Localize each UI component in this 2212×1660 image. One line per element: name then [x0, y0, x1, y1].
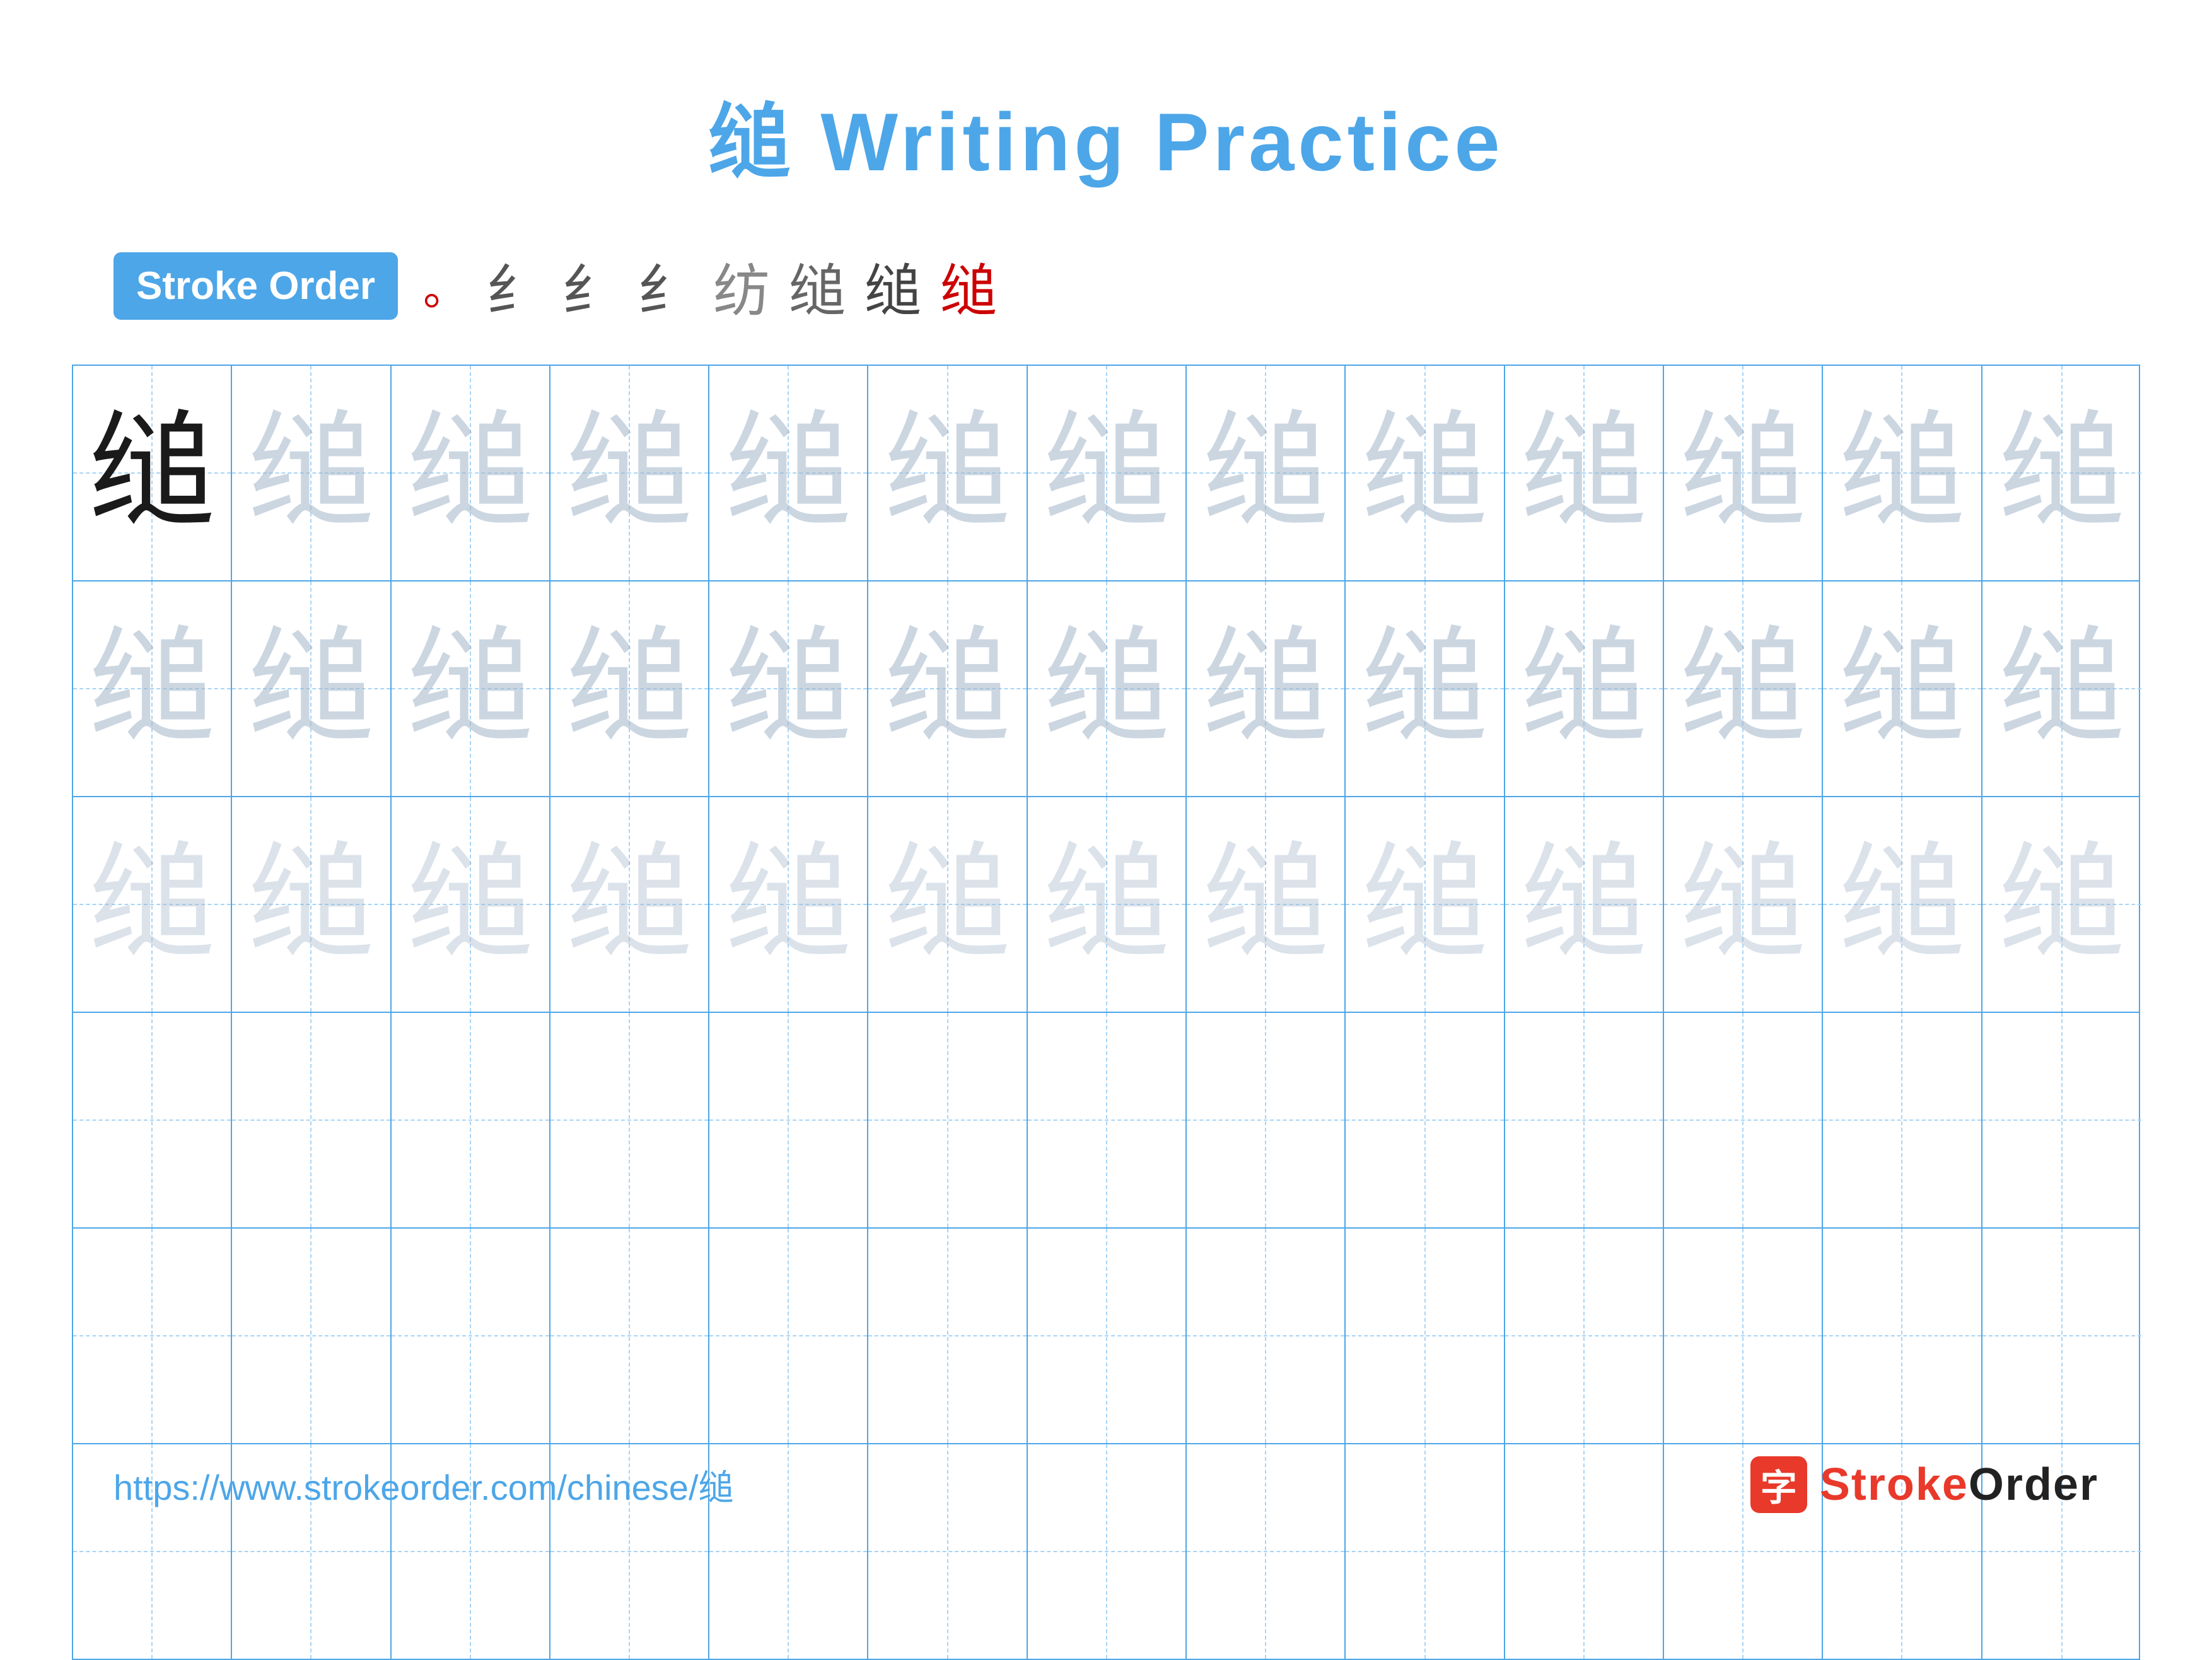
grid-cell-5-9[interactable]: [1346, 1229, 1505, 1443]
grid-cell-2-8: 缒: [1187, 582, 1346, 796]
grid-cell-2-1: 缒: [73, 582, 232, 796]
grid-cell-1-13: 缒: [1982, 366, 2141, 580]
grid-row-3: 缒 缒 缒 缒 缒 缒 缒 缒 缒 缒 缒 缒 缒: [73, 797, 2139, 1013]
footer-url: https://www.strokeorder.com/chinese/缒: [114, 1459, 734, 1511]
grid-cell-4-4[interactable]: [550, 1013, 709, 1227]
grid-cell-5-5[interactable]: [709, 1229, 868, 1443]
grid-cell-1-3: 缒: [392, 366, 550, 580]
grid-cell-4-12[interactable]: [1823, 1013, 1982, 1227]
grid-cell-4-11[interactable]: [1664, 1013, 1823, 1227]
grid-cell-2-7: 缒: [1028, 582, 1187, 796]
grid-cell-1-9: 缒: [1346, 366, 1505, 580]
grid-cell-1-7: 缒: [1028, 366, 1187, 580]
grid-cell-3-11: 缒: [1664, 797, 1823, 1012]
grid-cell-4-10[interactable]: [1505, 1013, 1664, 1227]
grid-cell-1-11: 缒: [1664, 366, 1823, 580]
grid-cell-3-1: 缒: [73, 797, 232, 1012]
grid-cell-4-8[interactable]: [1187, 1013, 1346, 1227]
grid-cell-3-5: 缒: [709, 797, 868, 1012]
grid-cell-4-6[interactable]: [868, 1013, 1027, 1227]
stroke-step-6: 缒: [789, 245, 846, 327]
grid-cell-5-11[interactable]: [1664, 1229, 1823, 1443]
grid-cell-3-3: 缒: [392, 797, 550, 1012]
logo-icon: 字: [1750, 1456, 1807, 1513]
grid-cell-4-5[interactable]: [709, 1013, 868, 1227]
stroke-step-1: 。: [423, 254, 467, 318]
grid-cell-4-2[interactable]: [232, 1013, 391, 1227]
grid-cell-5-6[interactable]: [868, 1229, 1027, 1443]
grid-cell-3-8: 缒: [1187, 797, 1346, 1012]
grid-cell-2-2: 缒: [232, 582, 391, 796]
stroke-step-5: 纺: [713, 245, 770, 327]
grid-cell-5-4[interactable]: [550, 1229, 709, 1443]
grid-cell-3-12: 缒: [1823, 797, 1982, 1012]
stroke-order-section: Stroke Order 。 纟 纟 纟 纺 缒 缒 缒: [114, 245, 997, 327]
grid-row-4: [73, 1013, 2139, 1229]
grid-cell-4-13[interactable]: [1982, 1013, 2141, 1227]
stroke-step-2: 纟: [486, 245, 543, 327]
grid-cell-1-10: 缒: [1505, 366, 1664, 580]
grid-cell-3-4: 缒: [550, 797, 709, 1012]
grid-cell-5-2[interactable]: [232, 1229, 391, 1443]
char-dark: 缒: [89, 410, 215, 536]
stroke-step-3: 纟: [562, 245, 619, 327]
stroke-step-7: 缒: [864, 245, 921, 327]
grid-cell-2-12: 缒: [1823, 582, 1982, 796]
grid-cell-1-4: 缒: [550, 366, 709, 580]
grid-cell-3-7: 缒: [1028, 797, 1187, 1012]
grid-cell-3-9: 缒: [1346, 797, 1505, 1012]
grid-cell-4-1[interactable]: [73, 1013, 232, 1227]
grid-row-1: 缒 缒 缒 缒 缒 缒 缒 缒 缒 缒 缒 缒 缒: [73, 366, 2139, 582]
logo-stroke: Stroke: [1820, 1459, 1969, 1510]
grid-cell-5-8[interactable]: [1187, 1229, 1346, 1443]
grid-cell-1-2: 缒: [232, 366, 391, 580]
grid-cell-5-12[interactable]: [1823, 1229, 1982, 1443]
grid-cell-2-10: 缒: [1505, 582, 1664, 796]
grid-cell-2-11: 缒: [1664, 582, 1823, 796]
grid-cell-1-5: 缒: [709, 366, 868, 580]
logo-text: StrokeOrder: [1820, 1459, 2098, 1511]
grid-cell-2-9: 缒: [1346, 582, 1505, 796]
grid-cell-1-6: 缒: [868, 366, 1027, 580]
grid-row-5: [73, 1229, 2139, 1444]
stroke-step-8: 缒: [940, 245, 997, 327]
page-title: 缒 Writing Practice: [708, 76, 1503, 194]
grid-cell-3-13: 缒: [1982, 797, 2141, 1012]
grid-cell-5-13[interactable]: [1982, 1229, 2141, 1443]
grid-cell-2-5: 缒: [709, 582, 868, 796]
grid-row-2: 缒 缒 缒 缒 缒 缒 缒 缒 缒 缒 缒 缒 缒: [73, 582, 2139, 797]
page-container: 缒 Writing Practice Stroke Order 。 纟 纟 纟 …: [0, 0, 2212, 1564]
stroke-steps: 。 纟 纟 纟 纺 缒 缒 缒: [423, 245, 997, 327]
grid-cell-1-12: 缒: [1823, 366, 1982, 580]
grid-cell-4-3[interactable]: [392, 1013, 550, 1227]
stroke-step-4: 纟: [637, 245, 694, 327]
grid-cell-4-9[interactable]: [1346, 1013, 1505, 1227]
stroke-order-badge: Stroke Order: [114, 252, 398, 320]
grid-cell-3-6: 缒: [868, 797, 1027, 1012]
footer-logo: 字 StrokeOrder: [1750, 1456, 2098, 1513]
grid-cell-4-7[interactable]: [1028, 1013, 1187, 1227]
grid-cell-1-1: 缒: [73, 366, 232, 580]
grid-cell-2-4: 缒: [550, 582, 709, 796]
grid-cell-2-6: 缒: [868, 582, 1027, 796]
grid-cell-5-10[interactable]: [1505, 1229, 1664, 1443]
grid-cell-2-3: 缒: [392, 582, 550, 796]
grid-cell-2-13: 缒: [1982, 582, 2141, 796]
grid-cell-3-2: 缒: [232, 797, 391, 1012]
grid-cell-3-10: 缒: [1505, 797, 1664, 1012]
grid-cell-5-1[interactable]: [73, 1229, 232, 1443]
grid-cell-1-8: 缒: [1187, 366, 1346, 580]
grid-cell-5-7[interactable]: [1028, 1229, 1187, 1443]
footer: https://www.strokeorder.com/chinese/缒 字 …: [114, 1456, 2098, 1513]
grid-cell-5-3[interactable]: [392, 1229, 550, 1443]
